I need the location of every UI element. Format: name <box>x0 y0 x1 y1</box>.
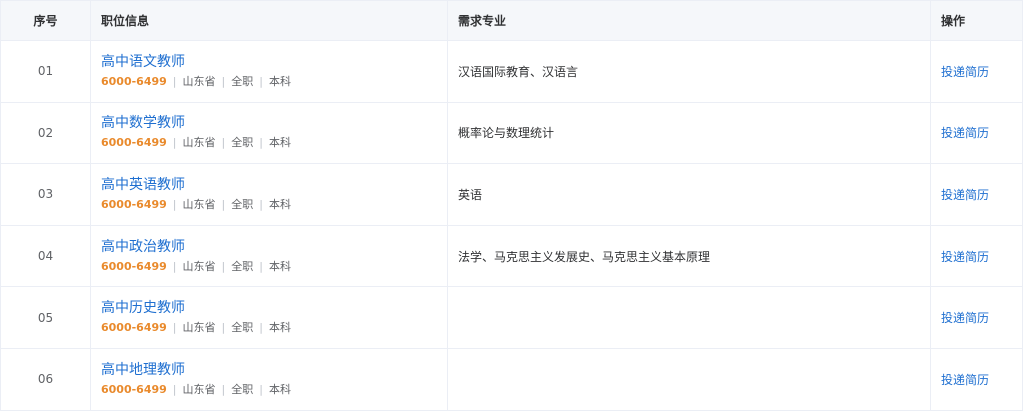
job-province: 山东省 <box>182 259 216 273</box>
table-body: 01 高中语文教师 6000-6499 | 山东省 | 全职 | 本科 汉语国际教育、汉语言… <box>0 40 1023 411</box>
job-province: 山东省 <box>182 321 216 335</box>
header-action: 操作 <box>930 0 1023 41</box>
submit-resume-link[interactable]: 投递简历 <box>941 311 989 325</box>
meta-separator: | <box>259 74 263 88</box>
meta-separator: | <box>172 382 177 396</box>
table-row: 02 高中数学教师 6000-6499 | 山东省 | 全职 | 本科 概率论与数理统计 投… <box>0 101 1023 165</box>
salary-range: 6000-6499 <box>101 382 167 396</box>
major-cell <box>447 347 931 411</box>
job-title-link[interactable]: 高中政治教师 <box>101 238 437 256</box>
salary-range: 6000-6499 <box>101 136 167 150</box>
job-province: 山东省 <box>182 197 216 211</box>
action-cell: 投递简历 <box>930 224 1023 288</box>
job-type: 全职 <box>231 321 254 335</box>
job-meta: 6000-6499 | 山东省 | 全职 | 本科 <box>101 74 437 90</box>
meta-separator: | <box>221 74 226 88</box>
salary-range: 6000-6499 <box>101 259 167 273</box>
job-type: 全职 <box>231 136 254 150</box>
action-cell: 投递简历 <box>930 101 1023 165</box>
table-row: 03 高中英语教师 6000-6499 | 山东省 | 全职 | 本科 英语 投递简历 <box>0 163 1023 226</box>
job-info-cell: 高中语文教师 6000-6499 | 山东省 | 全职 | 本科 <box>90 40 448 103</box>
job-province: 山东省 <box>182 136 216 150</box>
meta-separator: | <box>221 321 226 335</box>
job-education: 本科 <box>268 136 291 150</box>
meta-separator: | <box>172 74 177 88</box>
job-meta: 6000-6499 | 山东省 | 全职 | 本科 <box>101 259 437 275</box>
job-title-link[interactable]: 高中英语教师 <box>101 176 437 194</box>
job-title-link[interactable]: 高中历史教师 <box>101 299 437 317</box>
submit-resume-link[interactable]: 投递简历 <box>941 188 989 202</box>
action-cell: 投递简历 <box>930 163 1023 226</box>
table-header-row: 序号 职位信息 需求专业 操作 <box>0 0 1023 41</box>
job-meta: 6000-6499 | 山东省 | 全职 | 本科 <box>101 135 437 151</box>
job-education: 本科 <box>268 197 291 211</box>
job-info-cell: 高中地理教师 6000-6499 | 山东省 | 全职 | 本科 <box>90 347 448 411</box>
job-info-cell: 高中英语教师 6000-6499 | 山东省 | 全职 | 本科 <box>90 163 448 226</box>
submit-resume-link[interactable]: 投递简历 <box>941 65 989 79</box>
table-row: 04 高中政治教师 6000-6499 | 山东省 | 全职 | 本科 法学、马克思主义发展… <box>0 224 1023 288</box>
job-meta: 6000-6499 | 山东省 | 全职 | 本科 <box>101 197 437 213</box>
meta-separator: | <box>172 321 177 335</box>
action-cell: 投递简历 <box>930 286 1023 349</box>
meta-separator: | <box>259 321 263 335</box>
meta-separator: | <box>259 382 263 396</box>
meta-separator: | <box>221 259 226 273</box>
salary-range: 6000-6499 <box>101 321 167 335</box>
job-type: 全职 <box>231 74 254 88</box>
row-number: 04 <box>0 224 91 288</box>
job-education: 本科 <box>268 321 291 335</box>
meta-separator: | <box>172 259 177 273</box>
submit-resume-link[interactable]: 投递简历 <box>941 126 989 140</box>
action-cell: 投递简历 <box>930 347 1023 411</box>
table-row: 06 高中地理教师 6000-6499 | 山东省 | 全职 | 本科 投递简历 <box>0 347 1023 411</box>
salary-range: 6000-6499 <box>101 74 167 88</box>
meta-separator: | <box>259 197 263 211</box>
row-number: 05 <box>0 286 91 349</box>
meta-separator: | <box>172 197 177 211</box>
submit-resume-link[interactable]: 投递简历 <box>941 373 989 387</box>
table-row: 05 高中历史教师 6000-6499 | 山东省 | 全职 | 本科 投递简历 <box>0 286 1023 349</box>
meta-separator: | <box>221 136 226 150</box>
job-type: 全职 <box>231 197 254 211</box>
job-province: 山东省 <box>182 74 216 88</box>
meta-separator: | <box>172 136 177 150</box>
row-number: 03 <box>0 163 91 226</box>
job-title-link[interactable]: 高中数学教师 <box>101 114 437 132</box>
job-title-link[interactable]: 高中地理教师 <box>101 361 437 379</box>
job-info-cell: 高中数学教师 6000-6499 | 山东省 | 全职 | 本科 <box>90 101 448 165</box>
table-header: 序号 职位信息 需求专业 操作 <box>0 0 1023 41</box>
major-cell: 法学、马克思主义发展史、马克思主义基本原理 <box>447 224 931 288</box>
job-education: 本科 <box>268 382 291 396</box>
row-number: 01 <box>0 40 91 103</box>
major-cell <box>447 286 931 349</box>
job-title-link[interactable]: 高中语文教师 <box>101 53 437 71</box>
job-table: 序号 职位信息 需求专业 操作 01 高中语文教师 6000-6499 | 山东省 |… <box>0 0 1023 411</box>
job-meta: 6000-6499 | 山东省 | 全职 | 本科 <box>101 320 437 336</box>
major-cell: 英语 <box>447 163 931 226</box>
job-type: 全职 <box>231 382 254 396</box>
major-cell: 汉语国际教育、汉语言 <box>447 40 931 103</box>
header-major: 需求专业 <box>447 0 931 41</box>
meta-separator: | <box>221 197 226 211</box>
submit-resume-link[interactable]: 投递简历 <box>941 250 989 264</box>
meta-separator: | <box>259 259 263 273</box>
meta-separator: | <box>221 382 226 396</box>
header-job: 职位信息 <box>90 0 448 41</box>
header-no: 序号 <box>0 0 91 41</box>
salary-range: 6000-6499 <box>101 197 167 211</box>
job-education: 本科 <box>268 74 291 88</box>
table-row: 01 高中语文教师 6000-6499 | 山东省 | 全职 | 本科 汉语国际教育、汉语言… <box>0 40 1023 103</box>
job-info-cell: 高中历史教师 6000-6499 | 山东省 | 全职 | 本科 <box>90 286 448 349</box>
row-number: 06 <box>0 347 91 411</box>
job-meta: 6000-6499 | 山东省 | 全职 | 本科 <box>101 382 437 398</box>
job-education: 本科 <box>268 259 291 273</box>
action-cell: 投递简历 <box>930 40 1023 103</box>
job-info-cell: 高中政治教师 6000-6499 | 山东省 | 全职 | 本科 <box>90 224 448 288</box>
job-province: 山东省 <box>182 382 216 396</box>
meta-separator: | <box>259 136 263 150</box>
major-cell: 概率论与数理统计 <box>447 101 931 165</box>
row-number: 02 <box>0 101 91 165</box>
job-type: 全职 <box>231 259 254 273</box>
